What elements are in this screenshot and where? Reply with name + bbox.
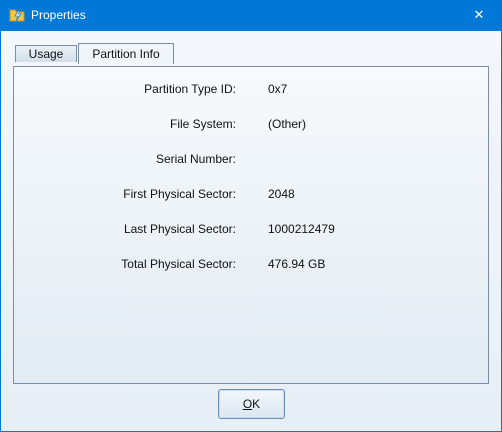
total-sector-label: Total Physical Sector: (121, 257, 236, 271)
tab-partition-info-label: Partition Info (92, 47, 160, 61)
row-last-sector: Last Physical Sector: 1000212479 (14, 222, 490, 238)
row-file-system: File System: (Other) (14, 117, 490, 133)
row-partition-type: Partition Type ID: 0x7 (14, 82, 490, 98)
row-serial-number: Serial Number: (14, 152, 490, 168)
close-button[interactable]: ✕ (456, 0, 502, 31)
first-sector-label: First Physical Sector: (123, 187, 236, 201)
file-system-label: File System: (169, 117, 236, 131)
total-sector-value: 476.94 GB (268, 257, 326, 271)
partition-info-panel: Partition Type ID: 0x7 File System: (Oth… (13, 66, 489, 384)
last-sector-value: 1000212479 (268, 222, 335, 236)
tab-usage-label: Usage (28, 47, 64, 61)
ok-button[interactable]: OK (218, 389, 285, 419)
properties-window: Properties ✕ Usage Partition Info Partit… (0, 0, 502, 432)
folder-lightning-icon (8, 6, 26, 24)
partition-type-label: Partition Type ID: (144, 82, 236, 96)
file-system-value: (Other) (268, 117, 307, 131)
tab-usage[interactable]: Usage (15, 45, 77, 62)
tab-partition-info[interactable]: Partition Info (78, 43, 174, 64)
row-first-sector: First Physical Sector: 2048 (14, 187, 490, 203)
serial-number-label: Serial Number: (155, 152, 236, 166)
last-sector-label: Last Physical Sector: (123, 222, 236, 236)
row-total-sector: Total Physical Sector: 476.94 GB (14, 257, 490, 273)
dialog-body: Usage Partition Info Partition Type ID: … (1, 31, 501, 431)
close-icon: ✕ (473, 8, 485, 23)
window-title: Properties (31, 8, 86, 22)
ok-label-rest: K (252, 397, 261, 411)
partition-type-value: 0x7 (268, 82, 288, 96)
title-bar[interactable]: Properties ✕ (0, 0, 502, 31)
ok-mnemonic: O (242, 397, 253, 411)
first-sector-value: 2048 (268, 187, 295, 201)
